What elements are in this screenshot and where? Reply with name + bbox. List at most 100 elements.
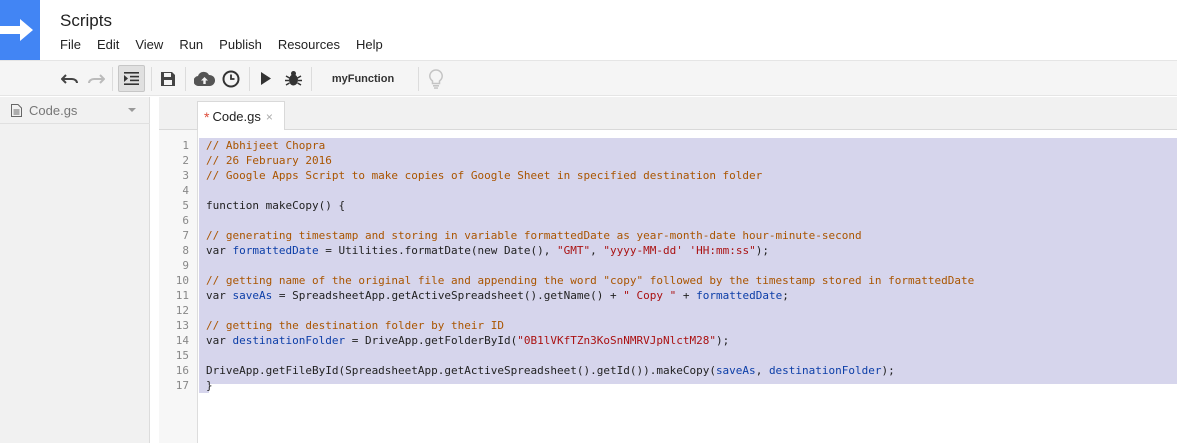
code-token: formattedDate [696, 289, 783, 302]
unsaved-indicator: * [204, 108, 210, 125]
toolbar-divider [185, 67, 186, 91]
menu-view[interactable]: View [135, 37, 163, 52]
code-line[interactable]: // Google Apps Script to make copies of … [206, 168, 762, 183]
code-token: destinationFolder [768, 364, 882, 377]
code-token: destinationFolder [232, 334, 346, 347]
line-number: 1 [182, 139, 189, 152]
code-token: = Utilities.formatDate(new Date(), [318, 244, 558, 257]
menu-help[interactable]: Help [356, 37, 383, 52]
line-number: 14 [175, 334, 189, 347]
code-token: ); [881, 364, 895, 377]
chevron-down-icon[interactable] [128, 108, 136, 112]
line-number: 11 [175, 289, 189, 302]
run-button[interactable] [256, 65, 276, 92]
toolbar-divider [112, 67, 113, 91]
menu-edit[interactable]: Edit [97, 37, 119, 52]
triggers-button[interactable] [220, 65, 242, 92]
indent-button[interactable] [118, 65, 145, 92]
code-line[interactable]: } [206, 378, 213, 393]
toolbar-divider [311, 67, 312, 91]
code-token: DriveApp.getFileById(SpreadsheetApp.getA… [206, 364, 716, 377]
debug-button[interactable] [282, 65, 304, 92]
file-icon [11, 103, 22, 117]
code-line[interactable]: var destinationFolder = DriveApp.getFold… [206, 333, 729, 348]
code-token: function makeCopy() { [206, 199, 346, 212]
file-list-item[interactable]: Code.gs [0, 97, 150, 124]
menu-bar: File Edit View Run Publish Resources Hel… [60, 37, 399, 52]
apps-script-logo[interactable] [0, 0, 40, 60]
code-editor[interactable]: 1 // Abhijeet Chopra 2 // 26 February 2016 3… [159, 130, 1177, 443]
code-token: = SpreadsheetApp.getActiveSpreadsheet().… [272, 289, 624, 302]
play-icon [261, 72, 271, 85]
code-line[interactable]: function makeCopy() { [206, 198, 345, 213]
line-number: 7 [182, 229, 189, 242]
redo-icon [88, 73, 105, 84]
menu-resources[interactable]: Resources [278, 37, 340, 52]
save-icon [161, 71, 175, 86]
code-line[interactable]: var formattedDate = Utilities.formatDate… [206, 243, 769, 258]
save-button[interactable] [158, 65, 178, 92]
line-number: 12 [175, 304, 189, 317]
line-number: 9 [182, 259, 189, 272]
code-token: ); [715, 334, 730, 347]
function-selector[interactable]: myFunction [316, 66, 410, 91]
code-token: // Google Apps Script to make copies of … [206, 169, 763, 182]
code-line[interactable]: // 26 February 2016 [206, 153, 332, 168]
menu-run[interactable]: Run [179, 37, 203, 52]
code-token: , [755, 364, 769, 377]
toolbar-divider [418, 67, 419, 91]
cloud-upload-icon [193, 71, 215, 86]
line-number: 5 [182, 199, 189, 212]
lightbulb-icon [429, 68, 443, 89]
lightbulb-button[interactable] [425, 65, 447, 92]
close-icon[interactable]: × [266, 110, 273, 124]
line-number: 8 [182, 244, 189, 257]
code-line[interactable]: // getting the destination folder by the… [206, 318, 504, 333]
app-title[interactable]: Scripts [60, 11, 112, 31]
code-token: + [676, 289, 697, 302]
clock-icon [222, 70, 240, 87]
code-line[interactable]: // generating timestamp and storing in v… [206, 228, 862, 243]
code-token: " Copy " [623, 289, 677, 302]
toolbar-divider [249, 67, 250, 91]
code-token: var [206, 244, 233, 257]
code-line[interactable]: // getting name of the original file and… [206, 273, 974, 288]
code-token: = DriveApp.getFolderById( [345, 334, 518, 347]
line-number: 13 [175, 319, 189, 332]
code-line[interactable]: // Abhijeet Chopra [206, 138, 325, 153]
undo-icon [61, 73, 78, 84]
publish-button[interactable] [192, 65, 216, 92]
code-token: // 26 February 2016 [206, 154, 332, 167]
code-token: // generating timestamp and storing in v… [206, 229, 862, 242]
code-token: "GMT" [557, 244, 591, 257]
undo-button[interactable] [60, 65, 80, 92]
code-token: // Abhijeet Chopra [206, 139, 326, 152]
line-number: 2 [182, 154, 189, 167]
tab-label: Code.gs [212, 109, 261, 124]
line-number: 3 [182, 169, 189, 182]
menu-publish[interactable]: Publish [219, 37, 262, 52]
code-token: // getting the destination folder by the… [206, 319, 505, 332]
tab-code-gs[interactable]: * Code.gs × [197, 101, 285, 131]
file-list-panel: Code.gs [0, 97, 150, 443]
redo-button[interactable] [86, 65, 106, 92]
line-number: 17 [175, 379, 189, 392]
code-token: var [206, 334, 233, 347]
editor-tab-bar: * Code.gs × [159, 97, 1177, 131]
code-token: , [590, 244, 604, 257]
code-line[interactable]: var saveAs = SpreadsheetApp.getActiveSpr… [206, 288, 789, 303]
code-line[interactable]: DriveApp.getFileById(SpreadsheetApp.getA… [206, 363, 895, 378]
arrow-right-icon [0, 19, 33, 41]
line-number: 16 [175, 364, 189, 377]
menu-file[interactable]: File [60, 37, 81, 52]
line-number: 4 [182, 184, 189, 197]
code-token: ); [755, 244, 769, 257]
code-token: formattedDate [232, 244, 319, 257]
indent-icon [124, 72, 139, 85]
file-name: Code.gs [29, 102, 78, 118]
toolbar: myFunction [0, 60, 1177, 96]
line-number: 15 [175, 349, 189, 362]
code-token: } [206, 379, 213, 392]
code-token: ; [782, 289, 789, 302]
code-token: var [206, 289, 233, 302]
